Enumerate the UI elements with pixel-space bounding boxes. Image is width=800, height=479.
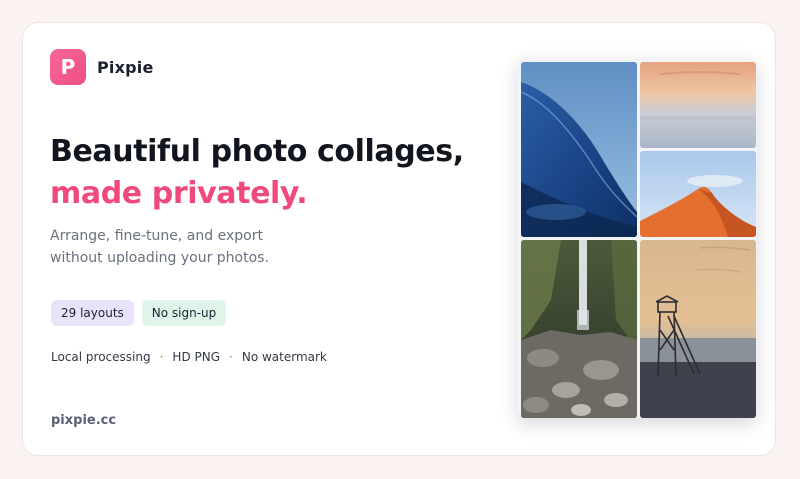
site-url[interactable]: pixpie.cc [51, 413, 116, 428]
headline: Beautiful photo collages, made privately… [50, 131, 464, 215]
pixpie-logo-icon[interactable]: P [50, 49, 86, 85]
no-signup-badge: No sign-up [141, 300, 227, 326]
feature-separator: · [159, 350, 164, 364]
orange-dune-photo [640, 151, 756, 237]
misty-sunset-photo [640, 62, 756, 148]
collage-preview [517, 58, 757, 418]
lifeguard-tower-photo [640, 240, 756, 418]
subtext: Arrange, fine-tune, and export without u… [50, 225, 350, 269]
feature-local-processing: Local processing [51, 350, 151, 364]
headline-line-2: made privately. [50, 176, 308, 211]
feature-separator: · [229, 350, 233, 364]
subtext-line-2: without uploading your photos. [50, 250, 269, 266]
feature-no-watermark: No watermark [241, 350, 327, 364]
brand-name[interactable]: Pixpie [97, 58, 154, 77]
waterfall-gorge-photo [521, 240, 637, 418]
badge-row: 29 layouts No sign-up [51, 300, 227, 326]
subtext-line-1: Arrange, fine-tune, and export [50, 228, 263, 244]
feature-hd-png: HD PNG [172, 350, 221, 364]
ocean-wave-photo [521, 62, 637, 237]
hero-card: P Pixpie Beautiful photo collages, made … [22, 22, 776, 456]
layouts-badge: 29 layouts [51, 300, 134, 326]
headline-line-1: Beautiful photo collages, [50, 134, 464, 169]
feature-list: Local processing · HD PNG · No watermark [51, 350, 327, 364]
